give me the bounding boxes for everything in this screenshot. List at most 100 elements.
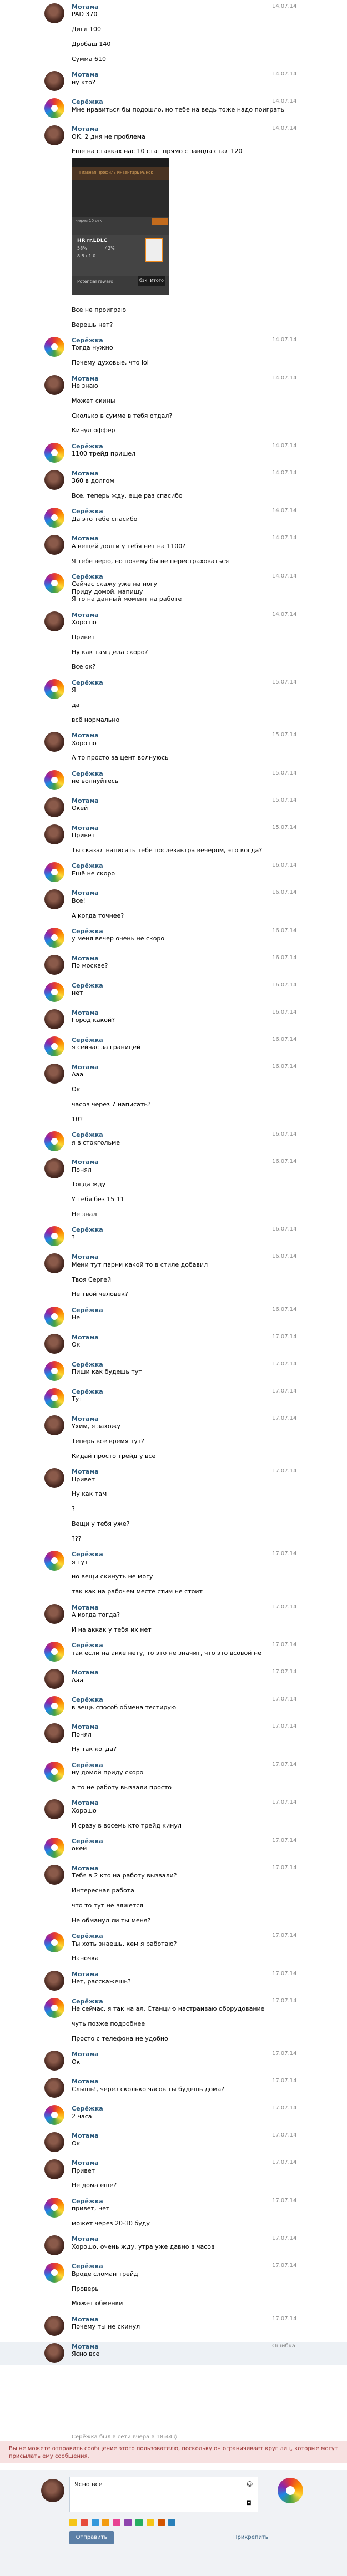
message-time[interactable]: 16.07.14 — [272, 1158, 297, 1165]
message-time[interactable]: 16.07.14 — [272, 955, 297, 961]
avatar[interactable] — [44, 2315, 64, 2336]
avatar[interactable] — [44, 1932, 64, 1953]
message-time[interactable]: 17.07.14 — [272, 1642, 297, 1648]
message-time[interactable]: 16.07.14 — [272, 1131, 297, 1137]
avatar[interactable] — [44, 2342, 64, 2363]
message-author[interactable]: Мотама — [72, 1971, 99, 1978]
emoji-icon-10[interactable] — [168, 2519, 176, 2526]
message-time[interactable]: 14.07.14 — [272, 71, 297, 77]
message-time[interactable]: 17.07.14 — [272, 1468, 297, 1474]
message-author[interactable]: Мотама — [72, 2051, 99, 2058]
avatar[interactable] — [44, 1158, 64, 1179]
message-author[interactable]: Серёжка — [72, 1838, 103, 1845]
avatar[interactable] — [44, 1064, 64, 1084]
avatar[interactable] — [44, 732, 64, 752]
message-time[interactable]: 14.07.14 — [272, 125, 297, 131]
avatar[interactable] — [44, 928, 64, 948]
avatar[interactable] — [44, 770, 64, 790]
message-author[interactable]: Мотама — [72, 1334, 99, 1341]
message-author[interactable]: Серёжка — [72, 2263, 103, 2270]
message-time[interactable]: 17.07.14 — [272, 1762, 297, 1768]
message-time[interactable]: 14.07.14 — [272, 573, 297, 579]
message-time[interactable]: 17.07.14 — [272, 1696, 297, 1702]
message-time[interactable]: 17.07.14 — [272, 2132, 297, 2138]
avatar[interactable] — [44, 679, 64, 699]
avatar[interactable] — [44, 797, 64, 817]
message-author[interactable]: Мотама — [72, 2316, 99, 2323]
message-time[interactable]: 17.07.14 — [272, 2105, 297, 2111]
avatar[interactable] — [44, 2263, 64, 2283]
message-author[interactable]: Серёжка — [72, 573, 103, 580]
message-author[interactable]: Серёжка — [72, 862, 103, 869]
message-author[interactable]: Мотама — [72, 1604, 99, 1611]
avatar[interactable] — [44, 337, 64, 357]
message-author[interactable]: Серёжка — [72, 1036, 103, 1044]
avatar[interactable] — [44, 1333, 64, 1354]
message-time[interactable]: 17.07.14 — [272, 1669, 297, 1675]
message-time[interactable]: 16.07.14 — [272, 1036, 297, 1042]
message-author[interactable]: Мотама — [72, 2078, 99, 2085]
message-time[interactable]: 15.07.14 — [272, 679, 297, 685]
avatar[interactable] — [44, 1009, 64, 1029]
message-time[interactable]: 16.07.14 — [272, 862, 297, 868]
message-author[interactable]: Серёжка — [72, 443, 103, 450]
message-author[interactable]: Серёжка — [72, 337, 103, 344]
message-author[interactable]: Мотама — [72, 797, 99, 804]
message-author[interactable]: Серёжка — [72, 1361, 103, 1368]
message-time[interactable]: 17.07.14 — [272, 2078, 297, 2084]
avatar[interactable] — [44, 71, 64, 92]
message-time[interactable]: 17.07.14 — [272, 2316, 297, 2322]
message-time[interactable]: 14.07.14 — [272, 375, 297, 381]
message-author[interactable]: Мотама — [72, 375, 99, 382]
avatar[interactable] — [44, 982, 64, 1002]
emoji-icon-9[interactable] — [157, 2519, 165, 2526]
avatar[interactable] — [44, 1253, 64, 1274]
message-author[interactable]: Мотама — [72, 2235, 99, 2243]
avatar[interactable] — [44, 2235, 64, 2256]
avatar[interactable] — [44, 1131, 64, 1152]
avatar[interactable] — [44, 98, 64, 119]
avatar[interactable] — [44, 824, 64, 844]
message-time[interactable]: 14.07.14 — [272, 508, 297, 514]
message-author[interactable]: Мотама — [72, 71, 99, 78]
message-time[interactable]: 17.07.14 — [272, 1799, 297, 1805]
message-time[interactable]: 16.07.14 — [272, 982, 297, 988]
message-author[interactable]: Мотама — [72, 1253, 99, 1261]
message-time[interactable]: 17.07.14 — [272, 1388, 297, 1394]
message-author[interactable]: Мотама — [72, 2132, 99, 2139]
avatar[interactable] — [44, 1970, 64, 1991]
message-time[interactable]: 16.07.14 — [272, 1307, 297, 1313]
message-author[interactable]: Серёжка — [72, 1551, 103, 1558]
message-author[interactable]: Мотама — [72, 535, 99, 542]
message-time[interactable]: 17.07.14 — [272, 2051, 297, 2057]
avatar[interactable] — [44, 955, 64, 975]
message-author[interactable]: Серёжка — [72, 1932, 103, 1940]
message-author[interactable]: Мотама — [72, 611, 99, 619]
smile-icon[interactable]: ☺ — [247, 2481, 253, 2488]
message-author[interactable]: Мотама — [72, 1064, 99, 1071]
message-author[interactable]: Серёжка — [72, 2105, 103, 2112]
avatar[interactable] — [44, 469, 64, 490]
message-time[interactable]: 17.07.14 — [272, 1865, 297, 1871]
avatar[interactable] — [44, 1415, 64, 1435]
message-author[interactable]: Серёжка — [72, 928, 103, 935]
avatar[interactable] — [44, 1306, 64, 1327]
avatar[interactable] — [44, 2078, 64, 2098]
avatar[interactable] — [44, 1642, 64, 1662]
attach-button[interactable]: Прикрепить — [233, 2534, 269, 2540]
message-author[interactable]: Серёжка — [72, 1388, 103, 1395]
message-time[interactable]: 15.07.14 — [272, 797, 297, 803]
avatar[interactable] — [44, 1865, 64, 1885]
avatar[interactable] — [44, 125, 64, 146]
avatar[interactable] — [44, 1551, 64, 1571]
message-time[interactable]: 17.07.14 — [272, 1723, 297, 1729]
message-time[interactable]: 16.07.14 — [272, 1226, 297, 1232]
avatar[interactable] — [44, 1603, 64, 1624]
message-time[interactable]: 14.07.14 — [272, 443, 297, 449]
camera-icon[interactable]: ◘ — [247, 2499, 252, 2507]
message-time[interactable]: 14.07.14 — [272, 98, 297, 104]
message-author[interactable]: Мотама — [72, 955, 99, 962]
message-author[interactable]: Серёжка — [72, 508, 103, 515]
message-author[interactable]: Серёжка — [72, 982, 103, 989]
message-time[interactable]: 16.07.14 — [272, 928, 297, 934]
